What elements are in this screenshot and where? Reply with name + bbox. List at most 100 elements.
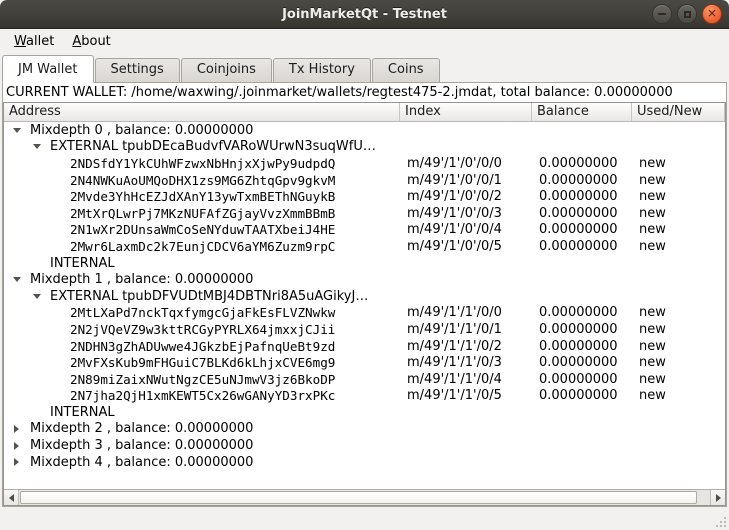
cell-index: m/49'/1'/0'/0/5 bbox=[400, 239, 532, 254]
expand-arrow-closed-icon[interactable] bbox=[10, 442, 30, 450]
address-text: 2MtLXaPd7nckTqxfymgcGjaFkEsFLVZNwkw bbox=[70, 305, 335, 320]
cell-balance: 0.00000000 bbox=[532, 156, 632, 171]
tree-row[interactable]: 2Mwr6LaxmDc2k7EunjCDCV6aYM6Zuzm9rpCm/49'… bbox=[4, 238, 725, 255]
cell-address: Mixdepth 4 , balance: 0.00000000 bbox=[4, 455, 400, 470]
tree-row[interactable]: 2N1wXr2DUnsaWmCoSeNYduwTAATXbeiJ4HEm/49'… bbox=[4, 222, 725, 239]
address-text: 2MtXrQLwrPj7MKzNUFAfZGjayVvzXmmBBmB bbox=[70, 206, 335, 221]
menubar: WalletAbout bbox=[0, 29, 729, 54]
cell-used-new: new bbox=[632, 322, 725, 337]
cell-used-new: new bbox=[632, 156, 725, 171]
tree-body: Mixdepth 0 , balance: 0.00000000EXTERNAL… bbox=[4, 122, 725, 489]
tree-row[interactable]: 2N7jha2QjH1xmKEWT5Cx26wGANyYD3rxPKcm/49'… bbox=[4, 388, 725, 405]
column-header-balance[interactable]: Balance bbox=[532, 103, 632, 121]
tree-row[interactable]: 2NDHN3gZhADUwwe4JGkzbEjPafnqUeBt9zd m/49'… bbox=[4, 338, 725, 355]
tree-row[interactable]: INTERNAL bbox=[4, 404, 725, 421]
tree-row[interactable]: 2N2jVQeVZ9w3kttRCGyPYRLX64jmxxjCJiim/49'… bbox=[4, 321, 725, 338]
cell-used-new: new bbox=[632, 206, 725, 221]
tab-coinjoins[interactable]: Coinjoins bbox=[181, 58, 272, 82]
cell-index: m/49'/1'/1'/0/4 bbox=[400, 372, 532, 387]
cell-index: m/49'/1'/0'/0/1 bbox=[400, 173, 532, 188]
column-header-index[interactable]: Index bbox=[400, 103, 532, 121]
tree-row[interactable]: 2MtLXaPd7nckTqxfymgcGjaFkEsFLVZNwkw m/49'… bbox=[4, 305, 725, 322]
address-text: INTERNAL bbox=[50, 256, 115, 271]
titlebar[interactable]: JoinMarketQt - Testnet ✕ bbox=[0, 0, 729, 29]
maximize-button[interactable] bbox=[677, 4, 697, 24]
cell-balance: 0.00000000 bbox=[532, 189, 632, 204]
address-text: 2NDHN3gZhADUwwe4JGkzbEjPafnqUeBt9zd bbox=[70, 339, 335, 354]
cell-address: Mixdepth 2 , balance: 0.00000000 bbox=[4, 421, 400, 436]
expand-arrow-closed-icon[interactable] bbox=[10, 425, 30, 433]
address-text: EXTERNAL tpubDFVUDtMBJ4DBTNri8A5uAGikyJ… bbox=[50, 289, 368, 304]
tree-row[interactable]: 2N89miZaixNWutNgzCE5uNJmwV3jz6BkoDPm/49'… bbox=[4, 371, 725, 388]
expand-arrow-closed-icon[interactable] bbox=[10, 458, 30, 466]
tree-row[interactable]: 2N4NWKuAoUMQoDHX1zs9MG6ZhtqGpv9gkvM m/49'… bbox=[4, 172, 725, 189]
tree-row[interactable]: 2Mvde3YhHcEZJdXAnY13ywTxmBEThNGuykBm/49'… bbox=[4, 188, 725, 205]
cell-index: m/49'/1'/1'/0/1 bbox=[400, 322, 532, 337]
scrollbar-track[interactable] bbox=[19, 490, 710, 505]
address-text: 2N7jha2QjH1xmKEWT5Cx26wGANyYD3rxPKc bbox=[70, 388, 335, 403]
cell-balance: 0.00000000 bbox=[532, 388, 632, 403]
window-controls: ✕ bbox=[652, 4, 729, 24]
cell-index: m/49'/1'/1'/0/2 bbox=[400, 339, 532, 354]
tree-row[interactable]: Mixdepth 3 , balance: 0.00000000 bbox=[4, 437, 725, 454]
cell-used-new: new bbox=[632, 222, 725, 237]
cell-address: 2Mwr6LaxmDc2k7EunjCDCV6aYM6Zuzm9rpC bbox=[4, 239, 400, 254]
tab-jm-wallet[interactable]: JM Wallet bbox=[2, 55, 94, 83]
tree-row[interactable]: 2MtXrQLwrPj7MKzNUFAfZGjayVvzXmmBBmB m/49'… bbox=[4, 205, 725, 222]
cell-used-new: new bbox=[632, 173, 725, 188]
cell-address: INTERNAL bbox=[4, 405, 400, 420]
expand-arrow-open-icon[interactable] bbox=[30, 144, 50, 149]
address-text: 2N4NWKuAoUMQoDHX1zs9MG6ZhtqGpv9gkvM bbox=[70, 173, 335, 188]
tree-row[interactable]: Mixdepth 2 , balance: 0.00000000 bbox=[4, 421, 725, 438]
menu-item-wallet[interactable]: Wallet bbox=[5, 32, 63, 51]
cell-address: 2N4NWKuAoUMQoDHX1zs9MG6ZhtqGpv9gkvM bbox=[4, 173, 400, 188]
scroll-left-button[interactable] bbox=[4, 490, 19, 505]
column-header-used-new[interactable]: Used/New bbox=[632, 103, 725, 121]
tree-row[interactable]: 2NDSfdY1YkCUhWFzwxNbHnjxXjwPy9udpdQm/49'… bbox=[4, 155, 725, 172]
cell-balance: 0.00000000 bbox=[532, 355, 632, 370]
cell-used-new: new bbox=[632, 388, 725, 403]
tree-row[interactable]: EXTERNAL tpubDEcaBudvfVARoWUrwN3suqWfU… bbox=[4, 139, 725, 156]
column-header-address[interactable]: Address bbox=[4, 103, 400, 121]
cell-address: 2MvFXsKub9mFHGuiC7BLKd6kLhjxCVE6mg9 bbox=[4, 355, 400, 370]
close-button[interactable]: ✕ bbox=[702, 4, 722, 24]
address-text: 2NDSfdY1YkCUhWFzwxNbHnjxXjwPy9udpdQ bbox=[70, 156, 335, 171]
cell-address: 2N7jha2QjH1xmKEWT5Cx26wGANyYD3rxPKc bbox=[4, 388, 400, 403]
tree-header: AddressIndexBalanceUsed/New bbox=[4, 103, 725, 122]
menu-item-about[interactable]: About bbox=[63, 32, 119, 51]
cell-balance: 0.00000000 bbox=[532, 322, 632, 337]
cell-used-new: new bbox=[632, 305, 725, 320]
cell-used-new: new bbox=[632, 339, 725, 354]
minimize-icon bbox=[658, 13, 666, 15]
minimize-button[interactable] bbox=[652, 4, 672, 24]
maximize-icon bbox=[684, 11, 691, 18]
tree-row[interactable]: Mixdepth 1 , balance: 0.00000000 bbox=[4, 271, 725, 288]
tree-row[interactable]: 2MvFXsKub9mFHGuiC7BLKd6kLhjxCVE6mg9m/49'… bbox=[4, 354, 725, 371]
tree-row[interactable]: Mixdepth 0 , balance: 0.00000000 bbox=[4, 122, 725, 139]
address-text: Mixdepth 1 , balance: 0.00000000 bbox=[30, 272, 253, 287]
cell-balance: 0.00000000 bbox=[532, 372, 632, 387]
cell-index: m/49'/1'/0'/0/3 bbox=[400, 206, 532, 221]
resize-grip-icon[interactable] bbox=[714, 515, 726, 527]
address-text: Mixdepth 2 , balance: 0.00000000 bbox=[30, 421, 253, 436]
scrollbar-thumb[interactable] bbox=[20, 491, 697, 504]
scroll-right-button[interactable] bbox=[710, 490, 725, 505]
tree-row[interactable]: Mixdepth 4 , balance: 0.00000000 bbox=[4, 454, 725, 471]
address-text: INTERNAL bbox=[50, 405, 115, 420]
expand-arrow-open-icon[interactable] bbox=[30, 294, 50, 299]
tab-settings[interactable]: Settings bbox=[95, 58, 180, 82]
cell-index: m/49'/1'/1'/0/0 bbox=[400, 305, 532, 320]
expand-arrow-open-icon[interactable] bbox=[10, 128, 30, 133]
horizontal-scrollbar[interactable] bbox=[4, 489, 725, 505]
tree-row[interactable]: INTERNAL bbox=[4, 255, 725, 272]
current-wallet-label: CURRENT WALLET: /home/waxwing/.joinmarke… bbox=[3, 83, 726, 102]
tab-tx-history[interactable]: Tx History bbox=[273, 58, 371, 82]
cell-used-new: new bbox=[632, 189, 725, 204]
cell-address: Mixdepth 1 , balance: 0.00000000 bbox=[4, 272, 400, 287]
cell-index: m/49'/1'/0'/0/2 bbox=[400, 189, 532, 204]
tree-row[interactable]: EXTERNAL tpubDFVUDtMBJ4DBTNri8A5uAGikyJ… bbox=[4, 288, 725, 305]
cell-balance: 0.00000000 bbox=[532, 206, 632, 221]
cell-address: Mixdepth 3 , balance: 0.00000000 bbox=[4, 438, 400, 453]
tab-coins[interactable]: Coins bbox=[372, 58, 440, 82]
expand-arrow-open-icon[interactable] bbox=[10, 277, 30, 282]
